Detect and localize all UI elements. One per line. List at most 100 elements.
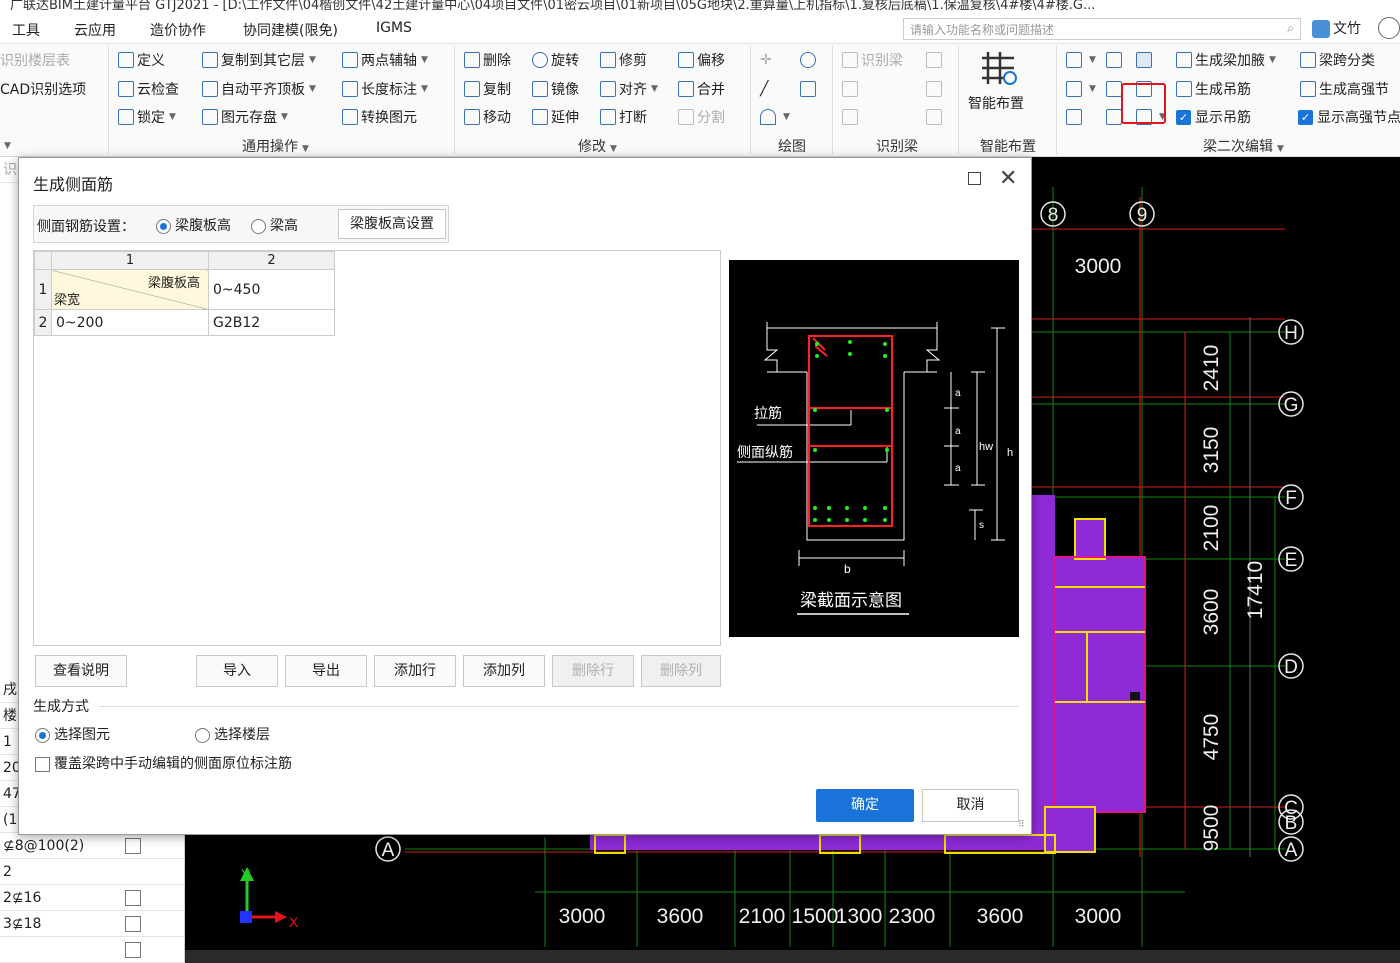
web-height-setting-button[interactable]: 梁腹板高设置 bbox=[338, 209, 446, 239]
smart-layout-button[interactable]: 智能布置 bbox=[968, 92, 1024, 114]
radio-select-floor[interactable]: 选择楼层 bbox=[195, 724, 270, 744]
delete-column-button[interactable]: 删除列 bbox=[641, 655, 721, 687]
cancel-button[interactable]: 取消 bbox=[922, 789, 1019, 822]
identify-c-icon bbox=[926, 81, 942, 97]
list-item[interactable]: 3⊈18 bbox=[0, 911, 185, 937]
gen-hanger-button[interactable]: 生成吊筋 bbox=[1176, 78, 1251, 100]
maximize-icon[interactable] bbox=[968, 172, 981, 185]
identify-tool-e[interactable] bbox=[926, 106, 945, 128]
gen-high-strength-button[interactable]: 生成高强节 bbox=[1300, 78, 1389, 100]
beam-tool-c[interactable]: ▼ bbox=[1066, 78, 1096, 100]
group-general-label[interactable]: 通用操作 ▼ bbox=[242, 136, 309, 156]
dim-a: a bbox=[955, 426, 961, 437]
identify-tool-b[interactable] bbox=[842, 78, 861, 100]
identify-tool-a[interactable] bbox=[926, 49, 945, 71]
add-column-button[interactable]: 添加列 bbox=[463, 655, 545, 687]
length-dim-button[interactable]: 长度标注 ▼ bbox=[342, 78, 428, 100]
menu-igms[interactable]: IGMS bbox=[376, 20, 412, 36]
list-item[interactable]: 2 bbox=[0, 859, 185, 885]
radio-beam-height[interactable]: 梁高 bbox=[251, 215, 298, 235]
two-point-axis-button[interactable]: 两点辅轴 ▼ bbox=[342, 49, 428, 71]
user-account-button[interactable]: 文竹 bbox=[1312, 18, 1361, 38]
list-item[interactable]: 2⊈16 bbox=[0, 885, 185, 911]
smart-layout-icon[interactable] bbox=[978, 50, 1018, 86]
table-cell[interactable]: G2B12 bbox=[208, 309, 335, 336]
group-left-dd[interactable]: ▼ bbox=[0, 136, 11, 152]
beam-span-class-button[interactable]: 梁跨分类 bbox=[1300, 49, 1375, 71]
delete-row-button[interactable]: 删除行 bbox=[552, 655, 634, 687]
show-hanger-checkbox[interactable]: ✓ 显示吊筋 bbox=[1176, 106, 1251, 128]
list-item[interactable] bbox=[0, 937, 185, 963]
auto-level-slab-button[interactable]: 自动平齐顶板 ▼ bbox=[202, 78, 316, 100]
menu-cost-collab[interactable]: 造价协作 bbox=[150, 20, 206, 40]
copy-button[interactable]: 复制 bbox=[464, 78, 511, 100]
define-icon bbox=[118, 52, 134, 68]
radio-select-element[interactable]: 选择图元 bbox=[35, 724, 110, 744]
dimension-label: 3600 bbox=[977, 905, 1024, 928]
trash-icon bbox=[464, 52, 480, 68]
copy-to-floor-button[interactable]: 复制到其它层 ▼ bbox=[202, 49, 316, 71]
row-checkbox[interactable] bbox=[125, 890, 141, 906]
extend-button[interactable]: 延伸 bbox=[532, 106, 579, 128]
beam-tool-b[interactable] bbox=[1106, 49, 1125, 71]
circle-draw-button[interactable] bbox=[800, 49, 819, 71]
table-cell[interactable]: 0~450 bbox=[208, 269, 335, 310]
save-element-button[interactable]: 图元存盘 ▼ bbox=[202, 106, 288, 128]
menu-tools[interactable]: 工具 bbox=[12, 20, 40, 40]
mirror-button[interactable]: 镜像 bbox=[532, 78, 579, 100]
offset-button[interactable]: 偏移 bbox=[678, 49, 725, 71]
beam-tool-a[interactable]: ▼ bbox=[1066, 49, 1096, 71]
move-button[interactable]: 移动 bbox=[464, 106, 511, 128]
column-header[interactable]: 1 bbox=[51, 251, 209, 270]
convert-element-button[interactable]: 转换图元 bbox=[342, 106, 417, 128]
export-button[interactable]: 导出 bbox=[285, 655, 367, 687]
resize-grip-icon[interactable]: ⠿ bbox=[1018, 820, 1025, 830]
identify-tool-d[interactable] bbox=[842, 106, 861, 128]
group-beam2-label[interactable]: 梁二次编辑 ▼ bbox=[1203, 136, 1284, 156]
lock-button[interactable]: 锁定 ▼ bbox=[118, 106, 176, 128]
rotate-button[interactable]: 旋转 bbox=[532, 49, 579, 71]
point-draw-button[interactable]: ✛ bbox=[760, 49, 779, 71]
align-button[interactable]: 对齐 ▼ bbox=[600, 78, 658, 100]
cover-manual-edit-checkbox[interactable]: 覆盖梁跨中手动编辑的侧面原位标注筋 bbox=[35, 753, 292, 773]
break-button[interactable]: 打断 bbox=[600, 106, 647, 128]
row-checkbox[interactable] bbox=[125, 916, 141, 932]
row-checkbox[interactable] bbox=[125, 942, 141, 958]
list-item[interactable]: ⊈8@100(2) bbox=[0, 833, 185, 859]
identify-tool-c[interactable] bbox=[926, 78, 945, 100]
identify-beam-button[interactable]: 识别梁 bbox=[842, 49, 903, 71]
identify-floor-table-button[interactable]: 识别楼层表 bbox=[0, 49, 70, 71]
define-button[interactable]: 定义 bbox=[118, 49, 165, 71]
ok-button[interactable]: 确定 bbox=[816, 789, 914, 822]
import-button[interactable]: 导入 bbox=[196, 655, 278, 687]
cad-options-button[interactable]: CAD识别选项 bbox=[0, 78, 86, 100]
beam-tool-f[interactable] bbox=[1066, 106, 1085, 128]
show-high-strength-checkbox[interactable]: ✓ 显示高强节点 bbox=[1298, 106, 1400, 128]
mirror-icon bbox=[532, 81, 548, 97]
add-row-button[interactable]: 添加行 bbox=[374, 655, 456, 687]
view-help-button[interactable]: 查看说明 bbox=[35, 655, 127, 687]
column-header[interactable]: 2 bbox=[208, 251, 335, 270]
radio-web-height[interactable]: 梁腹板高 bbox=[156, 215, 231, 235]
delete-button[interactable]: 删除 bbox=[464, 49, 511, 71]
table-cell[interactable]: 0~200 bbox=[51, 309, 209, 336]
menu-collab-modeling[interactable]: 协同建模(限免) bbox=[243, 20, 338, 40]
split-button[interactable]: 分割 bbox=[678, 106, 725, 128]
menu-cloud[interactable]: 云应用 bbox=[74, 20, 116, 40]
dimension-label: 1500 bbox=[792, 905, 839, 928]
function-search-input[interactable]: 请输入功能名称或问题描述 ⌕ bbox=[903, 18, 1301, 40]
close-icon[interactable]: ✕ bbox=[999, 166, 1017, 191]
arc-draw-button[interactable]: ▼ bbox=[760, 106, 790, 128]
axis-label: A bbox=[382, 840, 395, 861]
side-rebar-tool-button[interactable] bbox=[1136, 49, 1155, 71]
merge-button[interactable]: 合并 bbox=[678, 78, 725, 100]
search-icon[interactable]: ⌕ bbox=[1287, 21, 1294, 36]
help-icon[interactable] bbox=[1378, 17, 1400, 39]
group-modify-label[interactable]: 修改 ▼ bbox=[578, 136, 617, 156]
gen-beam-haunch-button[interactable]: 生成梁加腋 ▼ bbox=[1176, 49, 1276, 71]
trim-button[interactable]: 修剪 bbox=[600, 49, 647, 71]
rect-draw-button[interactable] bbox=[800, 78, 819, 100]
cloud-check-button[interactable]: 云检查 bbox=[118, 78, 179, 100]
line-draw-button[interactable]: ╱ bbox=[760, 78, 779, 100]
row-checkbox[interactable] bbox=[125, 838, 141, 854]
